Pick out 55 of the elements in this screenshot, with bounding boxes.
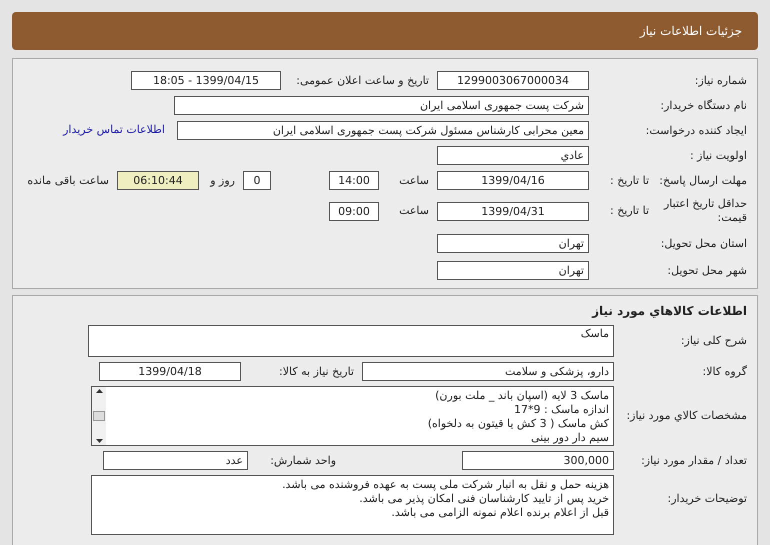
- field-label: توضیحات خریدار:: [666, 491, 747, 507]
- field-label: ساعت باقی مانده: [26, 174, 109, 188]
- field-label: ساعت: [398, 204, 429, 218]
- description-field: ماسک: [88, 325, 614, 357]
- scroll-thumb[interactable]: [93, 411, 105, 421]
- field-label: تعداد / مقدار مورد نیاز:: [640, 454, 747, 468]
- field-value: تهران: [437, 261, 589, 280]
- field-value: شرکت پست جمهوری اسلامی ایران: [174, 96, 589, 115]
- field-label: روز و: [208, 174, 235, 188]
- field-value: 09:00: [329, 202, 379, 220]
- field-label: نام دستگاه خریدار:: [659, 98, 747, 112]
- field-value: 14:00: [329, 171, 379, 190]
- field-label: تاریخ نیاز به کالا:: [278, 364, 354, 378]
- specs-list[interactable]: ماسک 3 لایه (اسپان باند _ ملت بورن) اندازه ماسک : 9*17 کش ماسک ( 3 کش یا قیتون به دلخواه) سیم دار دور بینی: [91, 386, 614, 446]
- note-line: قبل از اعلام برنده اعلام نمونه الزامی می باشد.: [390, 506, 609, 520]
- field-value: دارو، پزشکی و سلامت: [362, 362, 614, 381]
- field-value: 1299003067000034: [437, 71, 589, 90]
- field-value: معین محرابی کارشناس مسئول شرکت پست جمهوری اسلامی ایران: [177, 121, 589, 140]
- field-label: اولویت نیاز :: [688, 148, 747, 162]
- buyer-contact-link[interactable]: اطلاعات تماس خریدار: [63, 122, 165, 139]
- field-label: حداقل تاریخ اعتبار قیمت:: [662, 197, 747, 225]
- page-header: جزئیات اطلاعات نیاز: [12, 12, 758, 50]
- field-label: ساعت: [398, 174, 429, 188]
- note-line: هزینه حمل و نقل به انبار شرکت ملی پست به عهده فروشنده می باشد.: [281, 478, 609, 492]
- section-title: اطلاعات کالاهاي مورد نياز: [590, 303, 747, 320]
- field-value: 1399/04/15 - 18:05: [131, 71, 281, 90]
- field-label: شرح کلی نیاز:: [680, 334, 747, 348]
- spec-line: کش ماسک ( 3 کش یا قیتون به دلخواه): [426, 417, 609, 431]
- field-label: واحد شمارش:: [269, 454, 336, 468]
- field-value: 1399/04/31: [437, 202, 589, 220]
- field-label: تا تاریخ :: [609, 174, 649, 188]
- spec-line: سیم دار دور بینی: [530, 431, 609, 445]
- note-line: خرید پس از تایید کارشناسان فنی امکان پذیر می باشد.: [358, 492, 609, 506]
- field-label: شماره نیاز:: [694, 74, 747, 88]
- field-label: استان محل تحویل:: [660, 236, 747, 250]
- field-label: گروه کالا:: [702, 364, 747, 378]
- field-label: تاریخ و ساعت اعلان عمومی:: [295, 74, 429, 88]
- field-value: عدد: [103, 451, 248, 470]
- field-label: مشخصات کالاي مورد نياز:: [625, 409, 747, 423]
- field-label: مهلت ارسال پاسخ:: [658, 174, 747, 188]
- field-value: 1399/04/16: [437, 171, 589, 190]
- field-label: ایجاد کننده درخواست:: [644, 124, 747, 138]
- scrollbar[interactable]: [92, 387, 106, 445]
- field-label: تا تاریخ :: [609, 204, 649, 218]
- spec-line: اندازه ماسک : 9*17: [512, 403, 609, 417]
- spec-line: ماسک 3 لایه (اسپان باند _ ملت بورن): [434, 389, 609, 403]
- field-label: شهر محل تحویل:: [666, 264, 747, 278]
- field-value: تهران: [437, 234, 589, 253]
- field-value: 06:10:44: [117, 171, 199, 190]
- scroll-down-icon[interactable]: [96, 439, 102, 443]
- scroll-up-icon[interactable]: [96, 389, 102, 393]
- field-value: 1399/04/18: [99, 362, 241, 381]
- field-value: 300,000: [462, 451, 614, 470]
- field-value: عادي: [437, 146, 589, 165]
- field-value: 0: [243, 171, 271, 190]
